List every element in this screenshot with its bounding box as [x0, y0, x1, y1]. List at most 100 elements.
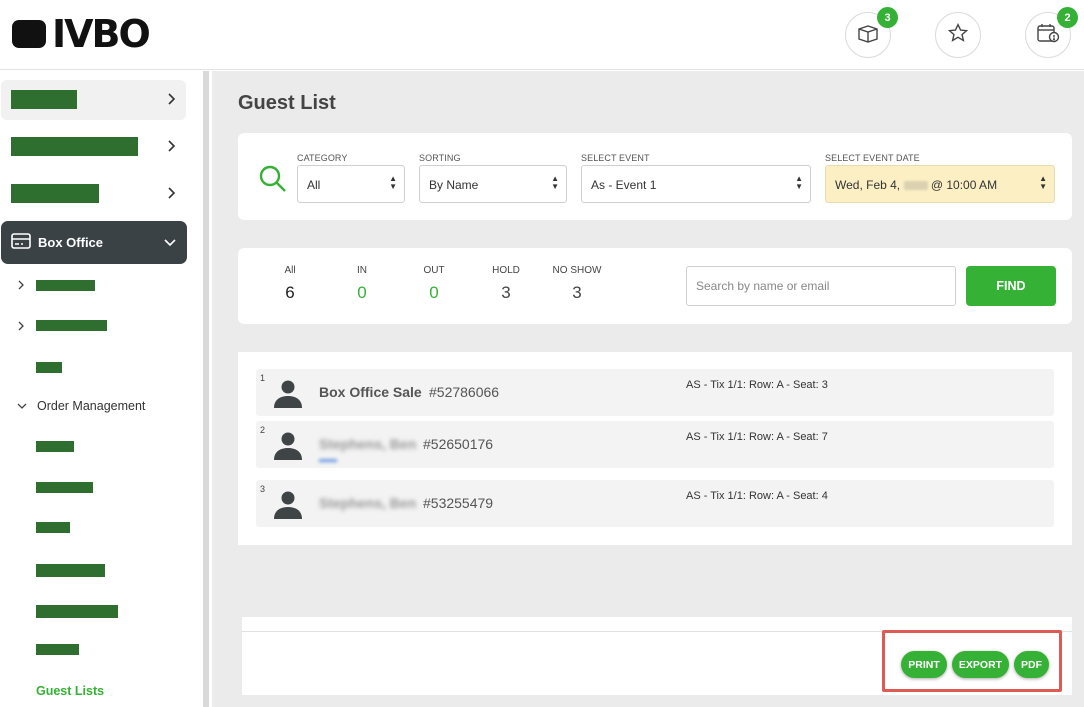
person-icon — [273, 379, 303, 414]
chevron-down-icon — [17, 399, 27, 413]
sidebar-subitem-om-5[interactable] — [0, 605, 190, 618]
box-notifications-button[interactable]: 3 — [845, 7, 898, 58]
favorites-button[interactable] — [935, 12, 981, 58]
pdf-button[interactable]: PDF — [1014, 651, 1049, 678]
box-icon — [856, 22, 880, 49]
sidebar-scrollbar[interactable] — [203, 71, 209, 707]
find-button[interactable]: FIND — [966, 266, 1056, 306]
stat-label: OUT — [423, 265, 445, 276]
guest-search-input[interactable] — [686, 266, 956, 306]
filter-panel: CATEGORY All ▲ ▼ SORTING By Name ▲ ▼ SELEC… — [238, 133, 1072, 220]
main-content: Guest List CATEGORY All ▲ ▼ SORTING By Na… — [212, 71, 1084, 707]
export-button[interactable]: EXPORT — [952, 651, 1009, 678]
chevron-right-icon — [166, 91, 176, 112]
redacted-label — [36, 362, 62, 373]
stat-out[interactable]: OUT 0 — [418, 265, 450, 303]
sorting-label: SORTING — [419, 153, 461, 163]
sidebar-subitem-om-1[interactable] — [0, 441, 190, 453]
sorting-select[interactable]: By Name ▲ ▼ — [419, 165, 567, 203]
sidebar-item-1[interactable] — [1, 80, 186, 120]
sidebar-subitem-om-3[interactable] — [0, 522, 190, 534]
sidebar-subitem-om-4[interactable] — [0, 564, 190, 577]
stat-value: 3 — [501, 283, 511, 302]
event-alerts-badge: 2 — [1057, 7, 1078, 28]
guest-row[interactable]: 1 Box Office Sale #52786066 AS - Tix 1/1… — [256, 369, 1054, 416]
stat-value: 6 — [285, 283, 295, 302]
guest-list: 1 Box Office Sale #52786066 AS - Tix 1/1… — [238, 352, 1072, 545]
order-number[interactable]: #52650176 — [423, 436, 493, 452]
category-select[interactable]: All ▲ ▼ — [297, 165, 405, 203]
order-number[interactable]: #53255479 — [423, 495, 493, 511]
stat-label: HOLD — [492, 265, 520, 276]
sidebar-item-2[interactable] — [1, 127, 186, 167]
person-icon — [273, 431, 303, 466]
redacted-label — [36, 441, 74, 452]
redacted-label — [36, 280, 95, 291]
stat-value: 0 — [429, 283, 439, 302]
event-label: SELECT EVENT — [581, 153, 650, 163]
sidebar-item-box-office[interactable]: Box Office — [1, 221, 187, 264]
category-value: All — [307, 178, 321, 192]
redacted-label — [36, 522, 70, 533]
row-number: 3 — [260, 484, 266, 494]
row-number: 1 — [260, 373, 266, 383]
event-alerts-button[interactable]: 2 — [1025, 7, 1078, 58]
guest-row[interactable]: 3 Stephens, Ben #53255479 AS - Tix 1/1: … — [256, 480, 1054, 527]
redacted-label — [11, 90, 77, 109]
stat-value: 0 — [357, 283, 367, 302]
event-date-value: Wed, Feb 4, @ 10:00 AM — [835, 178, 997, 192]
sidebar-item-guest-lists[interactable]: Guest Lists — [36, 684, 104, 698]
guest-row[interactable]: 2 Stephens, Ben ▬▬ #52650176 AS - Tix 1/… — [256, 421, 1054, 468]
redacted-link[interactable]: ▬▬ — [319, 454, 337, 464]
event-select[interactable]: As - Event 1 ▲ ▼ — [581, 165, 811, 203]
select-arrows-icon: ▲ ▼ — [1039, 174, 1047, 191]
logo-text: IVBO — [52, 12, 151, 56]
page-title: Guest List — [238, 92, 336, 114]
sidebar: Box Office Order Management Guest Lists — [0, 71, 200, 707]
sidebar-subitem-om-2[interactable] — [0, 482, 190, 494]
sorting-filter: SORTING By Name ▲ ▼ — [419, 153, 567, 203]
seat-info: AS - Tix 1/1: Row: A - Seat: 4 — [686, 490, 828, 502]
sidebar-subitem-3[interactable] — [0, 362, 190, 374]
seat-info: AS - Tix 1/1: Row: A - Seat: 3 — [686, 379, 828, 391]
redacted-label — [11, 137, 138, 156]
redacted-label — [36, 320, 107, 331]
stat-all[interactable]: All 6 — [278, 265, 302, 303]
stat-label: IN — [357, 265, 367, 276]
guest-name: Box Office Sale — [319, 384, 422, 400]
stat-in[interactable]: IN 0 — [350, 265, 374, 303]
redacted-label — [36, 482, 93, 493]
event-date-select[interactable]: Wed, Feb 4, @ 10:00 AM ▲ ▼ — [825, 165, 1055, 203]
sidebar-item-3[interactable] — [1, 174, 186, 214]
sidebar-subitem-2[interactable] — [0, 320, 190, 334]
stat-no-show[interactable]: NO SHOW 3 — [551, 265, 603, 303]
sidebar-subitem-om-6[interactable] — [0, 644, 190, 656]
ticket-card-icon — [11, 233, 31, 254]
guest-name: Stephens, Ben — [319, 436, 417, 452]
select-arrows-icon: ▲ ▼ — [795, 174, 803, 191]
sidebar-item-label: Order Management — [37, 399, 146, 413]
event-date-prefix: Wed, Feb 4, — [835, 178, 901, 192]
category-filter: CATEGORY All ▲ ▼ — [297, 153, 405, 203]
stat-value: 3 — [572, 283, 582, 302]
redacted-label — [11, 184, 99, 203]
chevron-down-icon — [163, 235, 177, 253]
sidebar-item-label: Box Office — [38, 235, 104, 250]
search-icon[interactable] — [258, 164, 288, 199]
event-date-filter: SELECT EVENT DATE Wed, Feb 4, @ 10:00 AM… — [825, 153, 1055, 203]
stat-hold[interactable]: HOLD 3 — [489, 265, 523, 303]
stat-label: NO SHOW — [552, 265, 602, 276]
order-number[interactable]: #52786066 — [429, 384, 499, 400]
event-value: As - Event 1 — [591, 178, 657, 192]
sidebar-subitem-1[interactable] — [0, 279, 190, 293]
event-date-suffix: @ 10:00 AM — [930, 178, 998, 192]
person-icon — [273, 490, 303, 525]
calendar-alert-icon — [1036, 22, 1060, 49]
sidebar-item-order-management[interactable]: Order Management — [17, 399, 145, 413]
chevron-right-icon — [166, 185, 176, 206]
print-button[interactable]: PRINT — [901, 651, 947, 678]
select-arrows-icon: ▲ ▼ — [551, 174, 559, 191]
app-logo[interactable]: IVBO — [12, 12, 151, 56]
redacted-year — [903, 181, 928, 191]
sorting-value: By Name — [429, 178, 479, 192]
